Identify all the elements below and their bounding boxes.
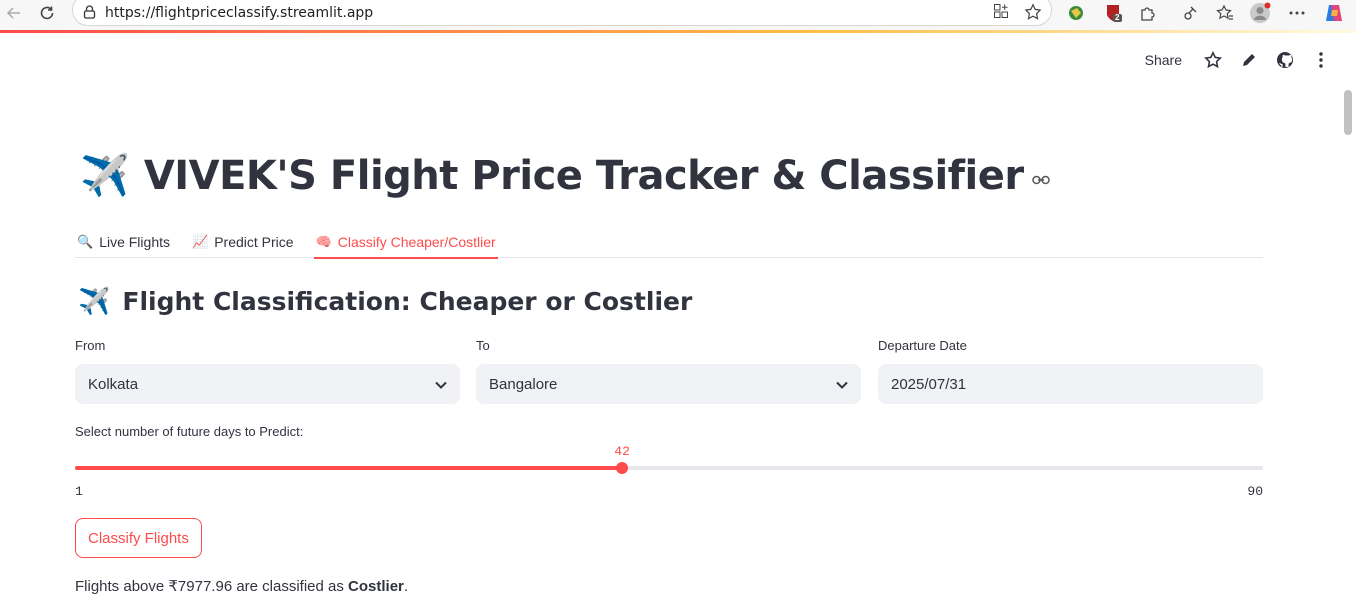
date-input[interactable]: 2025/07/31 bbox=[878, 364, 1263, 404]
to-label: To bbox=[476, 338, 490, 353]
chart-icon: 📈 bbox=[192, 233, 209, 249]
section-heading: ✈️ Flight Classification: Cheaper or Cos… bbox=[78, 286, 692, 317]
edit-pencil-icon[interactable] bbox=[1238, 49, 1260, 71]
app-available-icon[interactable] bbox=[993, 3, 1009, 23]
brain-icon: 🧠 bbox=[315, 233, 332, 249]
page-scrollbar[interactable] bbox=[1344, 90, 1352, 135]
performance-icon[interactable] bbox=[1179, 2, 1201, 24]
result-class: Costlier bbox=[348, 578, 404, 595]
tab-label: Predict Price bbox=[214, 233, 294, 250]
star-icon[interactable] bbox=[1202, 49, 1224, 71]
main-menu-icon[interactable] bbox=[1310, 49, 1332, 71]
top-decoration-bar bbox=[0, 30, 1356, 33]
from-label: From bbox=[75, 338, 106, 353]
profile-avatar-icon[interactable] bbox=[1249, 2, 1271, 24]
from-value: Kolkata bbox=[88, 375, 139, 393]
app-header-actions: Share bbox=[1145, 50, 1332, 70]
slider-value: 42 bbox=[614, 444, 630, 459]
result-prefix: Flights above bbox=[75, 578, 169, 595]
reload-icon[interactable] bbox=[36, 0, 58, 26]
to-select[interactable]: Bangalore bbox=[476, 364, 861, 404]
slider-max: 90 bbox=[1247, 484, 1263, 499]
classification-result: Flights above ₹7977.96 are classified as… bbox=[75, 577, 408, 595]
airplane-icon: ✈️ bbox=[78, 286, 111, 316]
page-title: VIVEK'S Flight Price Tracker & Classifie… bbox=[143, 152, 1024, 199]
url-text[interactable]: https://flightpriceclassify.streamlit.ap… bbox=[105, 5, 373, 21]
magnifier-icon: 🔍 bbox=[77, 233, 94, 249]
chevron-down-icon bbox=[435, 376, 447, 393]
extension-badge: 2 bbox=[1115, 13, 1120, 22]
date-field: Departure Date 2025/07/31 bbox=[878, 338, 1263, 404]
address-bar[interactable]: https://flightpriceclassify.streamlit.ap… bbox=[72, 0, 1052, 26]
page-title-row: ✈️ VIVEK'S Flight Price Tracker & Classi… bbox=[80, 152, 1050, 199]
date-value: 2025/07/31 bbox=[891, 375, 967, 393]
airplane-icon: ✈️ bbox=[80, 154, 130, 198]
slider-min: 1 bbox=[75, 484, 83, 499]
result-middle: are classified as bbox=[232, 578, 349, 595]
from-select[interactable]: Kolkata bbox=[75, 364, 460, 404]
slider-fill bbox=[75, 466, 623, 470]
tab-classify[interactable]: 🧠 Classify Cheaper/Costlier bbox=[313, 226, 498, 259]
tab-bar: 🔍 Live Flights 📈 Predict Price 🧠 Classif… bbox=[75, 226, 1263, 259]
slider-label: Select number of future days to Predict: bbox=[75, 424, 304, 439]
from-field: From Kolkata bbox=[75, 338, 460, 404]
more-menu-icon[interactable] bbox=[1286, 2, 1308, 24]
favorites-icon[interactable] bbox=[1214, 2, 1236, 24]
tab-live-flights[interactable]: 🔍 Live Flights bbox=[75, 226, 172, 257]
lock-icon[interactable] bbox=[83, 5, 96, 24]
browser-toolbar: https://flightpriceclassify.streamlit.ap… bbox=[0, 0, 1356, 30]
extensions-puzzle-icon[interactable] bbox=[1137, 2, 1159, 24]
date-label: Departure Date bbox=[878, 338, 967, 353]
tab-predict-price[interactable]: 📈 Predict Price bbox=[190, 226, 296, 257]
section-title: Flight Classification: Cheaper or Costli… bbox=[122, 287, 693, 316]
result-threshold: ₹7977.96 bbox=[168, 578, 233, 595]
back-icon[interactable] bbox=[4, 0, 24, 26]
days-slider[interactable] bbox=[75, 462, 1263, 474]
extension-globe-icon[interactable] bbox=[1065, 2, 1087, 24]
copilot-icon[interactable] bbox=[1323, 2, 1345, 24]
extension-shield-icon[interactable]: 2 bbox=[1102, 2, 1124, 24]
share-button[interactable]: Share bbox=[1145, 52, 1182, 68]
favorite-star-icon[interactable] bbox=[1024, 3, 1042, 25]
to-field: To Bangalore bbox=[476, 338, 861, 404]
classify-flights-button[interactable]: Classify Flights bbox=[75, 518, 202, 558]
tab-label: Classify Cheaper/Costlier bbox=[337, 233, 496, 250]
github-icon[interactable] bbox=[1274, 49, 1296, 71]
to-value: Bangalore bbox=[489, 375, 558, 393]
slider-thumb[interactable] bbox=[616, 462, 629, 474]
chevron-down-icon bbox=[836, 376, 848, 393]
tab-label: Live Flights bbox=[99, 233, 170, 250]
link-anchor-icon[interactable] bbox=[1031, 172, 1050, 190]
result-suffix: . bbox=[403, 578, 409, 595]
